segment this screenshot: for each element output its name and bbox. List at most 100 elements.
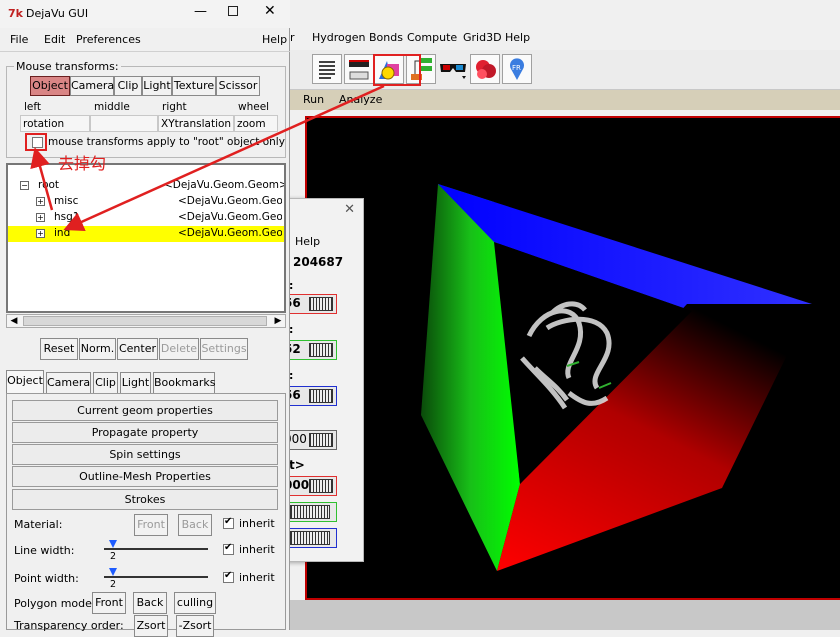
bg-menu-grid3d[interactable]: Grid3D [463, 31, 502, 44]
menu-help[interactable]: Help [262, 33, 287, 46]
line-width-inherit-label: inherit [239, 543, 275, 556]
material-inherit-checkbox[interactable] [223, 516, 234, 529]
menu-preferences[interactable]: Preferences [76, 33, 141, 46]
left-action-field[interactable]: rotation [20, 115, 90, 132]
neg-zsort-button[interactable]: -Zsort [176, 615, 214, 637]
maximize-icon[interactable] [228, 6, 238, 16]
delete-button[interactable]: Delete [159, 338, 199, 360]
menu-edit[interactable]: Edit [44, 33, 65, 46]
dialog-tag: t> [289, 458, 305, 472]
header-left: left [24, 101, 42, 113]
location-pin-icon[interactable]: FR [502, 54, 532, 84]
tree-node-value: <DejaVu.Geom.Geom [178, 227, 282, 239]
polygon-culling-button[interactable]: culling [174, 592, 216, 614]
bg-menu-compute[interactable]: Compute [407, 31, 457, 44]
tree-row-root[interactable]: − root <DejaVu.Geom.Geom> r [8, 178, 284, 194]
transform-light-button[interactable]: Light [142, 76, 172, 96]
outline-mesh-properties-button[interactable]: Outline-Mesh Properties [12, 466, 278, 487]
transform-scissor-button[interactable]: Scissor [216, 76, 260, 96]
transform-texture-button[interactable]: Texture [172, 76, 216, 96]
polygon-back-button[interactable]: Back [133, 592, 167, 614]
bg-menu-hydrogen-bonds[interactable]: Hydrogen Bonds [312, 31, 403, 44]
menu-file[interactable]: File [10, 33, 28, 46]
settings-button[interactable]: Settings [200, 338, 248, 360]
line-width-inherit-checkbox[interactable] [223, 542, 234, 555]
transform-camera-button[interactable]: Camera [70, 76, 114, 96]
secondary-dialog: ✕ Help 204687 : 56 : 52 : 56 000 t> 000 [280, 198, 364, 562]
wheel-action-field[interactable]: zoom [234, 115, 278, 132]
stereo-glasses-icon[interactable] [438, 54, 468, 84]
polygon-front-button[interactable]: Front [92, 592, 126, 614]
transform-object-button[interactable]: Object [30, 76, 70, 96]
background-toolbar: FR [288, 50, 840, 90]
background-tabs: Run Analyze [288, 90, 840, 110]
line-width-slider-knob[interactable] [109, 540, 117, 548]
line-width-label: Line width: [14, 544, 75, 557]
point-width-slider[interactable] [104, 576, 208, 578]
tree-row-misc[interactable]: + misc <DejaVu.Geom.Geom [8, 194, 284, 210]
point-width-value: 2 [110, 579, 117, 590]
collapse-icon[interactable]: − [20, 181, 29, 190]
tab-analyze[interactable]: Analyze [339, 93, 382, 106]
spin-settings-button[interactable]: Spin settings [12, 444, 278, 465]
tree-row-ind[interactable]: + ind <DejaVu.Geom.Geom [8, 226, 284, 242]
close-icon[interactable]: ✕ [264, 3, 276, 19]
tree-node-value: <DejaVu.Geom.Geom [178, 195, 282, 207]
line-width-slider[interactable] [104, 548, 208, 550]
mouse-transforms-title: Mouse transforms: [14, 60, 121, 73]
annotation-note: 去掉勾 [58, 154, 107, 173]
expand-icon[interactable]: + [36, 213, 45, 222]
tree-node-name: root [38, 179, 60, 191]
3d-viewer[interactable] [305, 116, 840, 600]
tree-node-name: misc [54, 195, 79, 207]
tab-clip[interactable]: Clip [93, 372, 118, 393]
point-width-slider-knob[interactable] [109, 568, 117, 576]
close-icon[interactable]: ✕ [344, 202, 355, 217]
tab-bookmarks[interactable]: Bookmarks [153, 372, 215, 393]
material-inherit-label: inherit [239, 517, 275, 530]
tree-horizontal-scrollbar[interactable]: ◀ ▶ [6, 314, 286, 328]
display-mode-icon[interactable] [344, 54, 374, 84]
point-width-inherit-checkbox[interactable] [223, 570, 234, 583]
object-tree[interactable]: − root <DejaVu.Geom.Geom> r + misc <Deja… [6, 163, 286, 313]
tree-node-value: <DejaVu.Geom.Geom [178, 211, 282, 223]
svg-text:FR: FR [512, 64, 521, 72]
polygon-mode-label: Polygon mode: [14, 597, 96, 610]
minimize-icon[interactable]: — [194, 4, 207, 19]
reset-button[interactable]: Reset [40, 338, 78, 360]
propagate-property-button[interactable]: Propagate property [12, 422, 278, 443]
material-front-button[interactable]: Front [134, 514, 168, 536]
title-bar[interactable]: 7k DejaVu GUI — ✕ [0, 0, 290, 28]
tree-row-hsg1[interactable]: + hsg1 <DejaVu.Geom.Geom [8, 210, 284, 226]
material-label: Material: [14, 518, 63, 531]
expand-icon[interactable]: + [36, 197, 45, 206]
scroll-left-icon[interactable]: ◀ [7, 315, 21, 327]
tab-object[interactable]: Object [6, 370, 44, 393]
tab-light[interactable]: Light [120, 372, 151, 393]
point-width-label: Point width: [14, 572, 79, 585]
middle-action-field[interactable] [90, 115, 158, 132]
header-right: right [162, 101, 187, 113]
strokes-button[interactable]: Strokes [12, 489, 278, 510]
tab-camera[interactable]: Camera [46, 372, 91, 393]
expand-icon[interactable]: + [36, 229, 45, 238]
bg-menu-help[interactable]: Help [505, 31, 530, 44]
tree-node-name: hsg1 [54, 211, 80, 223]
right-action-field[interactable]: XYtranslation [158, 115, 234, 132]
dialog-help-menu[interactable]: Help [295, 235, 320, 248]
transparency-order-label: Transparency order: [14, 619, 124, 632]
center-button[interactable]: Center [117, 338, 158, 360]
bg-menu-r[interactable]: r [290, 31, 295, 44]
line-width-value: 2 [110, 551, 117, 562]
material-back-button[interactable]: Back [178, 514, 212, 536]
tab-run[interactable]: Run [303, 93, 324, 106]
zsort-button[interactable]: Zsort [134, 615, 168, 637]
norm-button[interactable]: Norm. [79, 338, 116, 360]
scroll-right-icon[interactable]: ▶ [271, 315, 285, 327]
transform-clip-button[interactable]: Clip [114, 76, 142, 96]
text-lines-icon[interactable] [312, 54, 342, 84]
scroll-thumb[interactable] [23, 316, 267, 326]
current-geom-properties-button[interactable]: Current geom properties [12, 400, 278, 421]
tk-feather-icon: 7k [8, 7, 23, 20]
molecular-surface-icon[interactable] [470, 54, 500, 84]
